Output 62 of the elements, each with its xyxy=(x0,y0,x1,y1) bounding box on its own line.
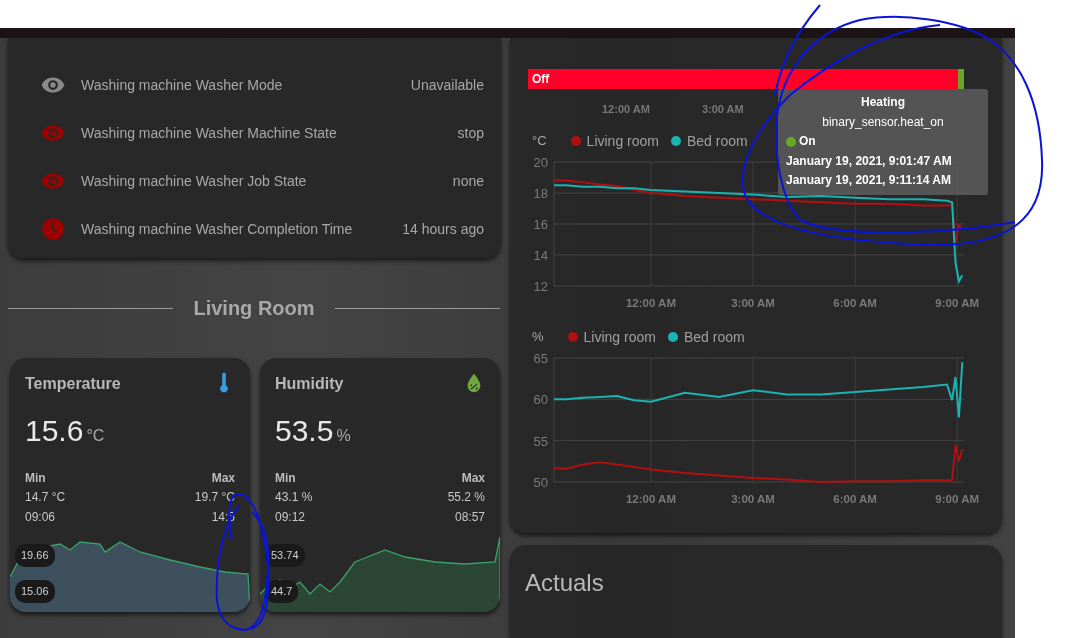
min-label: Min xyxy=(25,470,47,487)
max-time: 08:57 xyxy=(453,509,485,526)
bound-label: 44.7 xyxy=(265,580,299,603)
legend-label: Bed room xyxy=(683,327,745,347)
axis-label: 14 xyxy=(533,248,548,263)
axis-label: 55 xyxy=(533,433,548,449)
entity-id: binary_sensor.heat_on xyxy=(821,113,945,131)
card-title: Humidity xyxy=(275,374,344,394)
axis-label: 12:00 AM xyxy=(625,493,676,505)
max-label: Max xyxy=(460,470,485,487)
axis-label: 3:00 AM xyxy=(701,102,744,117)
entity-state: Unavailable xyxy=(410,75,484,95)
axis-label: 3:00 AM xyxy=(731,493,775,505)
axis-label: 6:00 AM xyxy=(833,493,877,505)
legend-label: Bed room xyxy=(686,131,748,151)
max-label: Max xyxy=(210,470,235,487)
axis-label: 6:00 AM xyxy=(833,297,877,309)
sensor-value: 53.5 xyxy=(275,413,334,449)
max-value: 19.7 °C xyxy=(194,489,235,506)
min-time: 09:12 xyxy=(275,509,307,526)
min-value: 14.7 °C xyxy=(25,489,66,506)
axis-label: 60 xyxy=(533,392,548,408)
card-title: Actuals xyxy=(525,568,605,598)
unit-label: °C xyxy=(86,426,105,446)
axis-label: 3:00 AM xyxy=(731,297,775,309)
axis-label: 9:00 AM xyxy=(935,297,980,309)
entity-state: stop xyxy=(457,123,484,143)
axis-label: 12:00 AM xyxy=(602,102,650,117)
start-time: January 19, 2021, 9:01:47 AM xyxy=(786,152,953,170)
bound-label: 53.74 xyxy=(265,544,305,567)
axis-label: 50 xyxy=(533,475,548,490)
end-time: January 19, 2021, 9:11:14 AM xyxy=(786,172,952,189)
axis-label: 20 xyxy=(533,155,548,170)
axis-unit: % xyxy=(532,328,544,347)
unit-label: % xyxy=(336,426,351,446)
axis-label: 18 xyxy=(533,186,548,201)
axis-label: 16 xyxy=(533,217,548,232)
entity-name: Washing machine Washer Job State xyxy=(81,171,308,191)
bound-label: 19.66 xyxy=(15,544,55,567)
legend-label: Living room xyxy=(583,327,656,347)
timeline-segment: Off xyxy=(528,69,958,89)
entity-name: Washing machine Washer Machine State xyxy=(81,123,338,143)
entity-state: 14 hours ago xyxy=(402,219,484,239)
entity-state: none xyxy=(452,171,484,191)
axis-unit: °C xyxy=(532,132,547,151)
legend-label: Living room xyxy=(586,131,659,151)
card-title: Temperature xyxy=(25,374,121,394)
sensor-value: 15.6 xyxy=(25,413,84,449)
bound-label: 15.06 xyxy=(15,580,55,603)
axis-label: 12:00 AM xyxy=(625,297,676,309)
entity-name: Washing machine Washer Mode xyxy=(81,75,284,95)
entity-name: Washing machine Washer Completion Time xyxy=(81,219,354,239)
axis-label: 65 xyxy=(533,351,548,366)
tooltip-title: Heating xyxy=(860,94,906,111)
min-label: Min xyxy=(275,470,297,487)
axis-label: 9:00 AM xyxy=(935,493,980,505)
axis-label: 12 xyxy=(533,279,548,294)
section-heading: Living Room xyxy=(193,296,315,321)
min-time: 09:06 xyxy=(25,509,57,526)
max-value: 55.2 % xyxy=(447,489,485,506)
min-value: 43.1 % xyxy=(275,489,313,506)
state-label: On xyxy=(799,133,816,150)
